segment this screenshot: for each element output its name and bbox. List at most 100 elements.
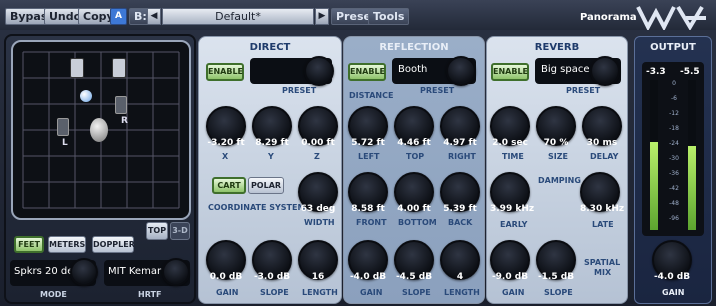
right-distance-value: 4.97 ft	[443, 138, 477, 148]
panorama-window: Bypass Undo Copy A B: ◀ Default* ▶ Prese…	[0, 0, 716, 306]
meter-scale-tick: -30	[669, 155, 679, 162]
preset-name-field[interactable]: Default*	[162, 8, 314, 25]
meter-scale-tick: -42	[669, 185, 679, 192]
spatial-label: SPATIAL	[584, 258, 621, 267]
app-title: Panorama	[580, 12, 637, 23]
listener-head-icon[interactable]	[90, 118, 108, 142]
front-distance-label: FRONT	[356, 218, 387, 227]
mix-label: MIX	[594, 268, 612, 277]
meters-toggle[interactable]: METERS	[48, 236, 86, 253]
direct-title: DIRECT	[249, 42, 291, 53]
reflection-length-label: LENGTH	[444, 288, 480, 297]
reverb-slope-label: SLOPE	[544, 288, 573, 297]
left-meter	[650, 80, 658, 230]
tab-top[interactable]: TOP	[146, 222, 168, 240]
reverb-title: REVERB	[534, 42, 580, 53]
reverb-preset-knob[interactable]	[590, 56, 620, 86]
top-distance-value: 4.46 ft	[397, 138, 431, 148]
right-peak-value: -5.5	[680, 67, 700, 77]
y-value: 8.29 ft	[255, 138, 289, 148]
direct-length-label: LENGTH	[302, 288, 338, 297]
speaker-icon[interactable]	[115, 96, 127, 114]
right-meter-fill	[688, 146, 696, 230]
reverb-enable-button[interactable]: ENABLE	[491, 63, 529, 81]
early-damping-label: EARLY	[500, 220, 528, 229]
feet-toggle[interactable]: FEET	[14, 236, 44, 253]
width-label: WIDTH	[304, 218, 335, 227]
late-damping-label: LATE	[592, 220, 614, 229]
z-label: Z	[314, 152, 320, 161]
speaker-icon[interactable]	[70, 58, 84, 78]
meter-scale-tick: -24	[669, 140, 679, 147]
tab-3d[interactable]: 3-D	[170, 222, 190, 240]
next-preset-icon[interactable]: ▶	[315, 8, 329, 25]
direct-gain-value: 0.0 dB	[209, 272, 243, 282]
distance-label: DISTANCE	[349, 91, 394, 100]
source-ball-icon[interactable]	[80, 90, 92, 102]
mode-label: MODE	[40, 290, 67, 299]
late-damping-value: 8.30 kHz	[580, 204, 625, 214]
x-value: -3.20 ft	[207, 138, 245, 148]
output-gain-value: -4.0 dB	[653, 272, 691, 282]
output-gain-label: GAIN	[662, 288, 685, 297]
right-meter	[688, 80, 696, 230]
left-distance-label: LEFT	[358, 152, 380, 161]
reverb-slope-value: -1.5 dB	[537, 272, 575, 282]
reflection-gain-label: GAIN	[360, 288, 383, 297]
direct-slope-value: -3.0 dB	[253, 272, 291, 282]
damping-label: DAMPING	[538, 176, 581, 185]
mode-knob[interactable]	[70, 258, 98, 286]
prev-preset-icon[interactable]: ◀	[147, 8, 161, 25]
reflection-preset-label: PRESET	[420, 86, 455, 95]
size-value: 70 %	[543, 138, 569, 148]
speaker-icon[interactable]	[112, 58, 126, 78]
output-title: OUTPUT	[650, 42, 696, 53]
reflection-gain-value: -4.0 dB	[349, 272, 387, 282]
width-value: 63 deg	[300, 204, 336, 214]
hrtf-label: HRTF	[138, 290, 162, 299]
bottom-distance-label: BOTTOM	[398, 218, 437, 227]
right-distance-label: RIGHT	[448, 152, 476, 161]
left-meter-fill	[650, 141, 658, 230]
delay-label: DELAY	[590, 152, 619, 161]
time-value: 2.0 sec	[492, 138, 528, 148]
front-distance-value: 8.58 ft	[351, 204, 385, 214]
a-compare-button[interactable]: A	[110, 8, 127, 25]
hrtf-knob[interactable]	[162, 258, 190, 286]
direct-enable-button[interactable]: ENABLE	[206, 63, 244, 81]
meter-scale-tick: -12	[669, 110, 679, 117]
bottom-distance-value: 4.00 ft	[397, 204, 431, 214]
reverb-preset-label: PRESET	[566, 86, 601, 95]
y-label: Y	[268, 152, 274, 161]
left-channel-label: L	[62, 138, 68, 148]
direct-gain-label: GAIN	[216, 288, 239, 297]
left-peak-value: -3.3	[646, 67, 666, 77]
doppler-toggle[interactable]: DOPPLER	[92, 236, 135, 253]
reflection-preset-knob[interactable]	[446, 56, 476, 86]
reflection-enable-button[interactable]: ENABLE	[348, 63, 386, 81]
coordinate-system-label: COORDINATE SYSTEM	[208, 203, 306, 212]
size-label: SIZE	[548, 152, 569, 161]
back-distance-value: 5.39 ft	[443, 204, 477, 214]
direct-preset-knob[interactable]	[304, 56, 334, 86]
reverb-gain-value: -9.0 dB	[491, 272, 529, 282]
reflection-slope-label: SLOPE	[402, 288, 431, 297]
direct-length-value: 16	[311, 272, 325, 282]
meter-scale-tick: -96	[669, 215, 679, 222]
z-value: 0.00 ft	[301, 138, 335, 148]
polar-toggle[interactable]: POLAR	[248, 177, 284, 194]
left-distance-value: 5.72 ft	[351, 138, 385, 148]
reflection-slope-value: -4.5 dB	[395, 272, 433, 282]
direct-slope-label: SLOPE	[260, 288, 289, 297]
meter-scale-tick: -18	[669, 125, 679, 132]
meter-scale-tick: -48	[669, 200, 679, 207]
speaker-icon[interactable]	[57, 118, 69, 136]
cart-toggle[interactable]: CART	[212, 177, 246, 194]
time-label: TIME	[502, 152, 524, 161]
meter-scale-tick: 0	[672, 80, 676, 87]
back-distance-label: BACK	[448, 218, 473, 227]
meter-scale: 0 -6 -12 -18 -24 -30 -36 -42 -48 -96	[664, 80, 684, 230]
early-damping-value: 3.99 kHz	[490, 204, 535, 214]
reflection-title: REFLECTION	[379, 42, 449, 53]
tools-menu-button[interactable]: Tools	[368, 8, 410, 25]
